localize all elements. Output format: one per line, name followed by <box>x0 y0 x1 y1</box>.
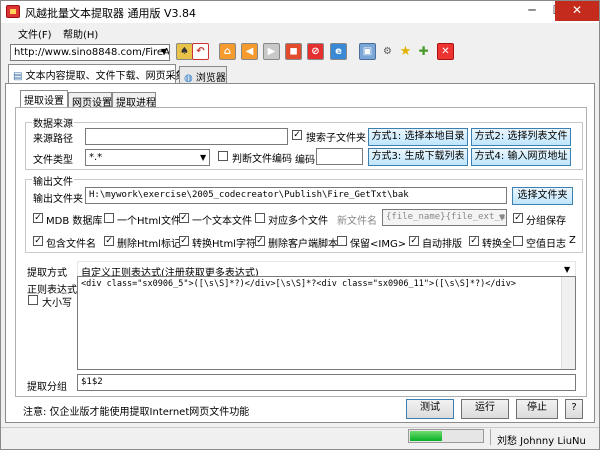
keep-img-label: 保留<IMG> <box>350 239 407 250</box>
test-button[interactable]: 测试 <box>406 399 454 419</box>
new-filename-input[interactable]: {file_name}{file_ext_name} <box>382 209 507 226</box>
document-icon: ▤ <box>13 71 23 82</box>
favorites-icon[interactable]: ★ <box>397 43 414 60</box>
search-subfolders-label: 搜索子文件夹 <box>306 133 366 144</box>
status-divider <box>490 429 491 445</box>
empty-log-checkbox[interactable] <box>513 236 523 246</box>
tab-extract-progress[interactable]: 提取进程 <box>112 92 156 109</box>
stop-button[interactable]: 停止 <box>516 399 558 419</box>
undo-icon[interactable]: ↶ <box>192 43 209 60</box>
source-path-label: 来源路径 <box>33 134 73 145</box>
app-window: 风越批量文本提取器 通用版 V3.84 ─ ☐ ✕ 文件(F) 帮助(H) ht… <box>0 0 600 450</box>
convert-fullwidth-label: 转换全 <box>482 239 512 250</box>
regex-scrollbar[interactable] <box>561 277 575 369</box>
method4-button[interactable]: 方式4: 输入网页地址 <box>471 148 571 166</box>
method3-button[interactable]: 方式3: 生成下载列表 <box>368 148 468 166</box>
keep-img-checkbox[interactable] <box>337 236 347 246</box>
method1-button[interactable]: 方式1: 选择本地目录 <box>368 128 468 146</box>
source-path-input[interactable] <box>85 128 288 145</box>
url-input[interactable]: http://www.sino8848.com/FireAs <box>10 44 170 61</box>
detect-encoding-label: 判断文件编码 <box>232 154 292 165</box>
remove-scripts-label: 删除客户端脚本 <box>268 239 338 250</box>
regex-textarea[interactable]: <div class="sx0906_5">([\s\S]*?)</div>[\… <box>77 276 576 370</box>
option-truncated-label: Z <box>569 235 576 246</box>
back-icon[interactable]: ◀ <box>241 43 258 60</box>
notice-text: 注意: 仅企业版才能使用提取Internet网页文件功能 <box>23 407 250 418</box>
encoding-input[interactable] <box>316 148 363 165</box>
forward-icon[interactable]: ▶ <box>263 43 280 60</box>
detect-encoding-checkbox[interactable] <box>218 151 228 161</box>
tab-extract[interactable]: ▤ 文本内容提取、文件下载、网页采集 <box>8 64 186 84</box>
menu-file[interactable]: 文件(F) <box>18 26 52 41</box>
method2-button[interactable]: 方式2: 选择列表文件 <box>471 128 571 146</box>
empty-log-label: 空值日志 <box>526 239 566 250</box>
text-file-checkbox[interactable]: ✓ <box>179 213 189 223</box>
remove-html-checkbox[interactable]: ✓ <box>104 236 114 246</box>
output-folder-label: 输出文件夹 <box>33 194 83 205</box>
extract-group-input[interactable]: $1$2 <box>77 374 576 391</box>
group-save-checkbox[interactable]: ✓ <box>513 213 523 223</box>
title-bar: 风越批量文本提取器 通用版 V3.84 ─ ☐ ✕ <box>1 1 599 23</box>
close-button[interactable]: ✕ <box>555 1 599 21</box>
output-group-label: 输出文件 <box>32 173 74 188</box>
extract-group-label: 提取分组 <box>27 382 67 393</box>
output-folder-input[interactable]: H:\mywork\exercise\2005_codecreator\Publ… <box>85 187 507 204</box>
include-filename-label: 包含文件名 <box>46 239 96 250</box>
lock-icon[interactable]: ♠ <box>176 43 193 60</box>
progress-bar <box>408 429 484 443</box>
ie-icon[interactable]: e <box>330 43 347 60</box>
refresh-icon[interactable]: ⊘ <box>307 43 324 60</box>
group-save-label: 分组保存 <box>526 216 566 227</box>
file-type-label: 文件类型 <box>33 155 73 166</box>
author-text: 刘愁 Johnny LiuNu <box>497 436 586 447</box>
new-filename-label: 新文件名 <box>337 216 377 227</box>
include-filename-checkbox[interactable]: ✓ <box>33 236 43 246</box>
url-dropdown-icon[interactable]: ▼ <box>161 47 167 56</box>
source-group-label: 数据来源 <box>32 115 74 130</box>
home-icon[interactable]: ⌂ <box>219 43 236 60</box>
search-subfolders-checkbox[interactable]: ✓ <box>292 130 302 140</box>
menu-bar: 文件(F) 帮助(H) <box>1 23 599 41</box>
case-checkbox[interactable] <box>28 295 38 305</box>
convert-html-chars-label: 转换Html字符 <box>192 239 256 250</box>
mdb-checkbox[interactable]: ✓ <box>33 213 43 223</box>
remove-html-label: 删除Html标记 <box>117 239 181 250</box>
text-file-label: 一个文本文件 <box>192 216 252 227</box>
app-icon <box>6 5 20 18</box>
tab-web-settings[interactable]: 网页设置 <box>68 92 112 109</box>
method-dropdown-icon[interactable]: ▼ <box>564 265 570 274</box>
extract-method-label: 提取方式 <box>27 268 67 279</box>
multi-file-checkbox[interactable] <box>255 213 265 223</box>
convert-html-chars-checkbox[interactable]: ✓ <box>179 236 189 246</box>
auto-layout-label: 自动排版 <box>422 239 462 250</box>
tab-browser[interactable]: ◍ 浏览器 <box>179 66 227 84</box>
convert-fullwidth-checkbox[interactable]: ✓ <box>469 236 479 246</box>
tab-extract-settings[interactable]: 提取设置 <box>20 90 68 108</box>
window-title: 风越批量文本提取器 通用版 V3.84 <box>25 7 197 20</box>
close-page-icon[interactable]: ✕ <box>437 43 454 60</box>
help-button[interactable]: ? <box>565 399 583 419</box>
stop-icon[interactable]: ◼ <box>285 43 302 60</box>
choose-folder-button[interactable]: 选择文件夹 <box>512 187 573 205</box>
tab-extract-label: 文本内容提取、文件下载、网页采集 <box>25 71 186 82</box>
case-label: 大小写 <box>42 298 72 309</box>
filename-dropdown-icon[interactable]: ▼ <box>499 213 505 222</box>
mdb-label: MDB 数据库 <box>46 216 103 227</box>
remove-scripts-checkbox[interactable]: ✓ <box>255 236 265 246</box>
chevron-down-icon[interactable]: ▼ <box>200 153 206 162</box>
file-type-select[interactable]: *.* <box>85 149 210 166</box>
menu-help[interactable]: 帮助(H) <box>63 26 98 41</box>
add-favorites-icon[interactable]: ✚ <box>415 43 432 60</box>
tools-icon[interactable]: ⚙ <box>379 43 396 60</box>
minimize-button[interactable]: ─ <box>519 1 545 21</box>
run-button[interactable]: 运行 <box>461 399 509 419</box>
window-icon[interactable]: ▣ <box>359 43 376 60</box>
html-file-label: 一个Html文件 <box>117 216 181 227</box>
encoding-label: 编码 <box>295 155 315 166</box>
auto-layout-checkbox[interactable]: ✓ <box>409 236 419 246</box>
progress-fill <box>410 431 442 441</box>
multi-file-label: 对应多个文件 <box>268 216 328 227</box>
html-file-checkbox[interactable] <box>104 213 114 223</box>
